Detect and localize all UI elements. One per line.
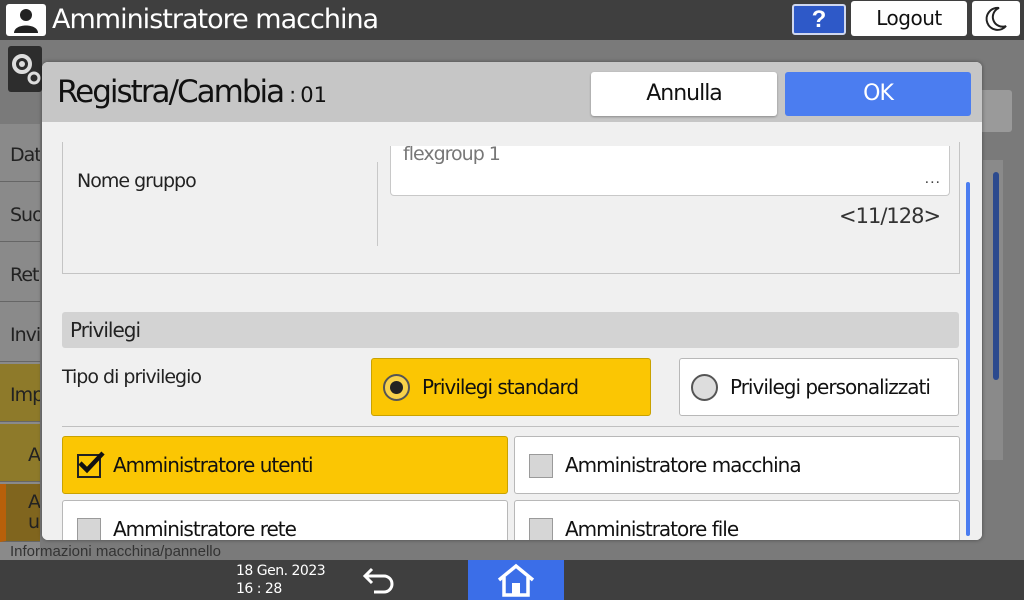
home-button[interactable] — [468, 560, 564, 600]
background-sidebar-item: Dat — [0, 124, 40, 182]
dialog-scrollbar[interactable] — [966, 182, 970, 536]
dialog-title: Registra/Cambia:01 — [57, 74, 327, 113]
home-icon — [497, 563, 535, 597]
logout-button[interactable]: Logout — [851, 1, 967, 36]
checkbox-user-admin[interactable]: Amministratore utenti — [62, 436, 508, 494]
checkbox-network-admin[interactable]: Amministratore rete — [62, 500, 508, 540]
group-name-input[interactable]: flexgroup 1 ... — [390, 143, 950, 196]
date-time: 18 Gen. 2023 16 : 28 — [236, 562, 326, 598]
help-button[interactable]: ? — [792, 4, 846, 35]
background-sidebar-item: Suo — [0, 184, 40, 242]
gear-icon — [8, 46, 42, 92]
register-change-dialog: Registra/Cambia:01 Annulla OK Nome grupp… — [42, 62, 982, 540]
divider — [62, 426, 959, 427]
dialog-body: Nome gruppo flexgroup 1 ... <11/128> Pri… — [42, 122, 982, 540]
checkbox-machine-admin[interactable]: Amministratore macchina — [514, 436, 960, 494]
dialog-title-text: Registra/Cambia — [57, 74, 285, 110]
ok-button[interactable]: OK — [785, 72, 971, 116]
app-title: Amministratore macchina — [52, 4, 379, 35]
night-mode-button[interactable] — [972, 1, 1020, 36]
checkbox-label: Amministratore file — [565, 517, 739, 540]
dialog-number: 01 — [300, 83, 327, 107]
checkbox-icon — [529, 454, 553, 478]
background-sidebar-item: Invi — [0, 304, 40, 362]
radio-label: Privilegi standard — [422, 375, 579, 399]
radio-custom-privileges[interactable]: Privilegi personalizzati — [679, 358, 959, 416]
privileges-section-title: Privilegi — [70, 318, 141, 342]
background-sidebar: Dat Suo Ret Invi Imp A A u — [0, 124, 40, 564]
checkbox-label: Amministratore utenti — [113, 453, 314, 477]
checkbox-icon — [77, 518, 101, 540]
checkbox-label: Amministratore macchina — [565, 453, 802, 477]
background-sidebar-item: Imp — [0, 364, 40, 422]
time-text: 16 : 28 — [236, 581, 282, 597]
background-sidebar-item: A — [0, 424, 40, 482]
privileges-section-header: Privilegi — [62, 312, 959, 348]
moon-icon — [985, 6, 1007, 31]
group-name-box: Nome gruppo flexgroup 1 ... <11/128> — [62, 142, 960, 274]
background-sidebar-item: A u — [0, 484, 40, 542]
user-icon[interactable] — [6, 4, 46, 36]
top-bar: Amministratore macchina ? Logout — [0, 0, 1024, 40]
back-button[interactable] — [360, 562, 400, 598]
group-name-label: Nome gruppo — [77, 170, 197, 192]
dialog-header: Registra/Cambia:01 Annulla OK — [42, 62, 982, 122]
background-sidebar-item: Ret — [0, 244, 40, 302]
divider — [377, 162, 378, 246]
background-scrollbar — [993, 172, 999, 380]
radio-icon — [383, 374, 410, 401]
dialog-title-separator: : — [289, 83, 297, 107]
more-icon: ... — [924, 170, 941, 187]
checkbox-label: Amministratore rete — [113, 517, 297, 540]
group-name-value: flexgroup 1 — [403, 143, 501, 165]
background-text: Informazioni macchina/pannello — [10, 543, 221, 560]
check-icon — [77, 451, 105, 478]
privilege-type-label: Tipo di privilegio — [62, 366, 202, 388]
back-arrow-icon — [362, 567, 394, 594]
radio-label: Privilegi personalizzati — [730, 375, 931, 399]
date-text: 18 Gen. 2023 — [236, 563, 326, 579]
radio-icon — [691, 374, 718, 401]
radio-standard-privileges[interactable]: Privilegi standard — [371, 358, 651, 416]
character-counter: <11/128> — [839, 204, 941, 228]
checkbox-icon — [529, 518, 553, 540]
cancel-button[interactable]: Annulla — [591, 72, 777, 116]
checkbox-file-admin[interactable]: Amministratore file — [514, 500, 960, 540]
